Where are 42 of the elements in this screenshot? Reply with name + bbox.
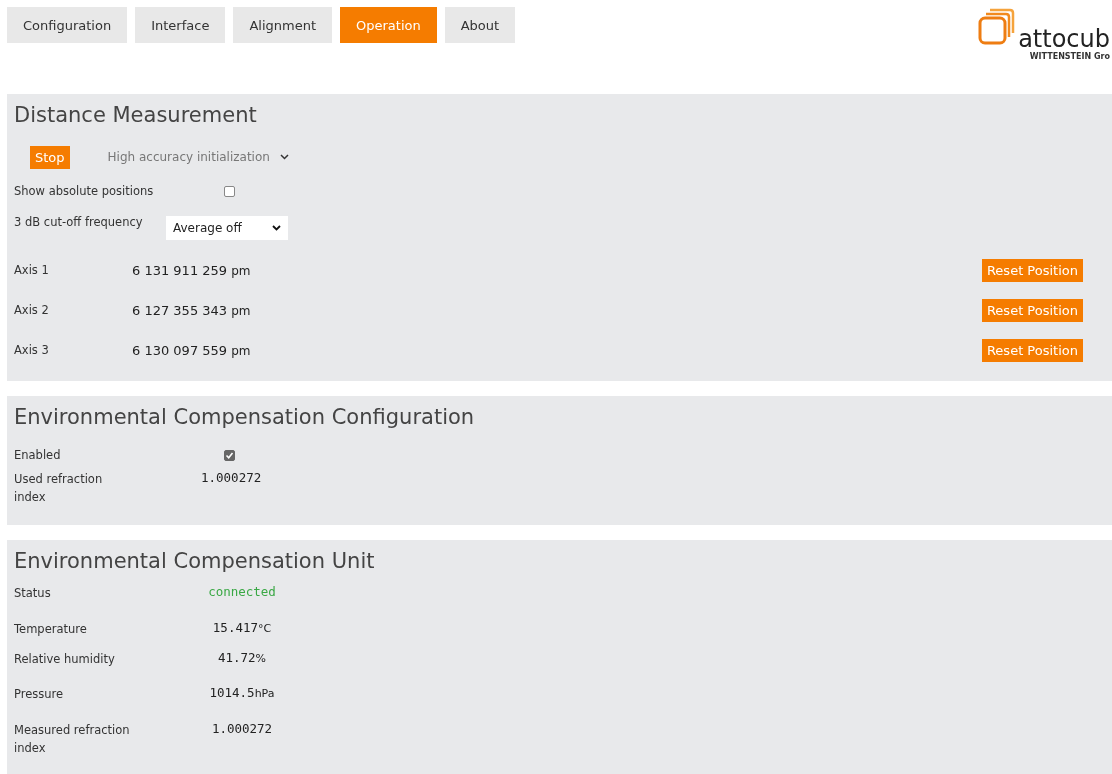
- option-label: 3 dB cut-off frequency: [14, 215, 144, 229]
- status-value: connected: [207, 584, 277, 599]
- reading-label: Relative humidity: [14, 650, 116, 668]
- axis-position: 6 127 355 343 pm: [132, 302, 252, 318]
- reading-value: 1.000272: [210, 720, 274, 736]
- reading-label: Status: [14, 585, 52, 602]
- checkbox[interactable]: [224, 185, 235, 197]
- reading-value: 41.72%: [216, 649, 268, 665]
- panel-title: Environmental Compensation Configuration: [14, 404, 476, 431]
- chevron-icon: [272, 225, 281, 231]
- option-label: Show absolute positions: [14, 184, 155, 198]
- option-label: Used refraction index: [14, 471, 104, 506]
- reading-value: 1014.5hPa: [208, 685, 276, 700]
- axis-position: 6 131 911 259 pm: [132, 262, 252, 278]
- refraction-value: 1.000272: [201, 470, 262, 485]
- cutoff-select[interactable]: Average off: [166, 216, 288, 240]
- reading-label: Measured refraction index: [14, 721, 131, 757]
- nav-tab[interactable]: Configuration: [7, 7, 128, 43]
- panel-title: Environmental Compensation Unit: [14, 548, 376, 575]
- axis-label: Axis 1: [14, 263, 50, 277]
- reading-value: 15.417°C: [211, 619, 273, 635]
- nav-tab[interactable]: Interface: [135, 7, 226, 43]
- reset-position-button[interactable]: Reset Position: [981, 258, 1083, 282]
- checkbox[interactable]: [224, 449, 235, 461]
- reset-position-button[interactable]: Reset Position: [981, 338, 1083, 362]
- logo-name: attocub: [1018, 26, 1110, 52]
- chevron-icon: [279, 154, 289, 160]
- reading-label: Pressure: [14, 686, 65, 703]
- panel-title: Distance Measurement: [14, 102, 258, 129]
- axis-label: Axis 2: [14, 303, 50, 317]
- stop-button[interactable]: Stop: [30, 145, 70, 169]
- axis-position: 6 130 097 559 pm: [132, 342, 252, 358]
- option-label: Enabled: [14, 448, 62, 462]
- reading-label: Temperature: [14, 620, 88, 638]
- reset-position-button[interactable]: Reset Position: [981, 298, 1083, 322]
- nav-tab[interactable]: Alignment: [233, 7, 332, 43]
- nav-tab[interactable]: About: [444, 7, 516, 43]
- axis-label: Axis 3: [14, 343, 50, 357]
- logo-tagline: WITTENSTEIN Gro: [1029, 52, 1110, 61]
- logo-squares-icon: [978, 7, 1017, 45]
- nav-tab[interactable]: Operation: [340, 7, 437, 43]
- mode-select[interactable]: High accuracy initialization: [107, 150, 289, 164]
